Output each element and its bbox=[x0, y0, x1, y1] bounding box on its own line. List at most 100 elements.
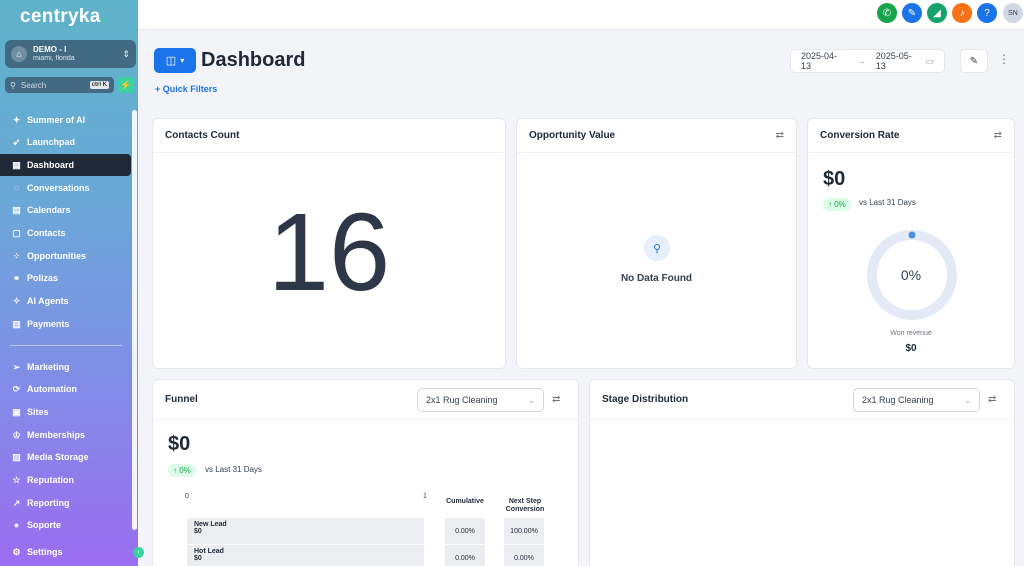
user-avatar[interactable]: SN bbox=[1003, 3, 1023, 23]
funnel-stage-value: $0 bbox=[194, 528, 202, 535]
sidebar-item-opportunities[interactable]: ⁘ Opportunities bbox=[0, 245, 131, 267]
collapse-sidebar-button[interactable]: ‹ bbox=[133, 547, 144, 558]
search-icon: ⚲ bbox=[644, 235, 670, 261]
opportunities-icon: ⁘ bbox=[12, 250, 21, 261]
card-title: Opportunity Value bbox=[529, 130, 616, 141]
sidebar-item-label: Polizas bbox=[27, 273, 59, 283]
sidebar-item-payments[interactable]: ▥ Payments bbox=[0, 313, 131, 335]
conversion-rate-card: Conversion Rate ⇄ $0 ↑ 0% vs Last 31 Day… bbox=[807, 118, 1015, 369]
funnel-stage-value: $0 bbox=[194, 555, 202, 562]
sidebar-item-reputation[interactable]: ☆ Reputation bbox=[0, 469, 131, 491]
sidebar-item-settings[interactable]: ⚙ Settings bbox=[0, 541, 131, 563]
funnel-stage-name: Hot Lead bbox=[194, 548, 224, 555]
bolt-icon: ⚡ bbox=[120, 79, 132, 90]
polizas-icon: ⚭ bbox=[12, 272, 21, 283]
sidebar-item-label: Payments bbox=[27, 319, 70, 329]
axis-max-label: 1 bbox=[423, 493, 427, 500]
calendar-icon: ▭ bbox=[925, 55, 934, 66]
sidebar-item-dashboard[interactable]: ▦ Dashboard bbox=[0, 154, 131, 176]
sidebar-item-conversations[interactable]: ◌ Conversations bbox=[0, 177, 131, 199]
funnel-amount: $0 bbox=[168, 433, 191, 455]
sidebar-item-label: Launchpad bbox=[27, 137, 76, 147]
ai-agents-icon: ✧ bbox=[12, 295, 21, 306]
sidebar-item-contacts[interactable]: ▢ Contacts bbox=[0, 222, 131, 244]
sidebar-item-launchpad[interactable]: ➹ Launchpad bbox=[0, 131, 131, 153]
date-range-picker[interactable]: 2025-04-13 → 2025-05-13 ▭ bbox=[790, 49, 945, 73]
more-options-icon[interactable]: ⋮ bbox=[998, 52, 1010, 66]
quick-filters-link[interactable]: + Quick Filters bbox=[155, 84, 217, 94]
contacts-count-card: Contacts Count 16 bbox=[152, 118, 506, 369]
sidebar-item-label: Conversations bbox=[27, 183, 90, 193]
contacts-count-value: 16 bbox=[267, 191, 391, 314]
account-switcher[interactable]: ⌂ DEMO - I miami, florida ⇕ bbox=[5, 40, 136, 68]
sidebar-item-label: Summer of AI bbox=[27, 115, 86, 125]
won-revenue-value: $0 bbox=[905, 343, 917, 354]
magic-icon[interactable]: ✎ bbox=[902, 3, 922, 23]
megaphone-icon[interactable]: ◢ bbox=[927, 3, 947, 23]
comparison-text: vs Last 31 Days bbox=[205, 465, 262, 474]
chevron-left-icon: ‹ bbox=[137, 549, 140, 556]
sidebar-item-summer-of-ai[interactable]: ✦ Summer of AI bbox=[0, 109, 131, 131]
account-location: miami, florida bbox=[33, 54, 75, 62]
edit-dashboard-button[interactable]: ✎ bbox=[960, 49, 988, 73]
grid-icon: ▦ bbox=[12, 159, 21, 170]
sidebar-item-polizas[interactable]: ⚭ Polizas bbox=[0, 267, 131, 289]
sidebar: centryka. ⌂ DEMO - I miami, florida ⇕ ⚲ … bbox=[0, 0, 138, 566]
filter-icon[interactable]: ⇄ bbox=[994, 130, 1002, 141]
sidebar-item-media-storage[interactable]: ▨ Media Storage bbox=[0, 446, 131, 468]
sidebar-item-label: Automation bbox=[27, 384, 77, 394]
card-title: Contacts Count bbox=[165, 130, 240, 141]
next-step-cell: 0.00% bbox=[504, 545, 544, 566]
sidebar-item-memberships[interactable]: ♔ Memberships bbox=[0, 424, 131, 446]
sidebar-item-calendars[interactable]: ▤ Calendars bbox=[0, 199, 131, 221]
payments-icon: ▥ bbox=[12, 318, 21, 329]
sidebar-item-label: Marketing bbox=[27, 362, 70, 372]
sidebar-item-sites[interactable]: ▣ Sites bbox=[0, 401, 131, 423]
pipeline-select-value: 2x1 Rug Cleaning bbox=[862, 395, 934, 405]
search-shortcut: ctrl K bbox=[89, 81, 109, 89]
sidebar-item-label: Sites bbox=[27, 407, 49, 417]
sidebar-item-reporting[interactable]: ↗ Reporting bbox=[0, 492, 131, 514]
axis-min-label: 0 bbox=[185, 493, 189, 500]
chevron-updown-icon: ⇕ bbox=[122, 48, 130, 59]
sparkle-icon: ✦ bbox=[12, 114, 21, 125]
sidebar-item-automation[interactable]: ⟳ Automation bbox=[0, 378, 131, 400]
dashboard-switcher-button[interactable]: ◫ ▾ bbox=[154, 48, 196, 73]
phone-icon[interactable]: ✆ bbox=[877, 3, 897, 23]
pipeline-select[interactable]: 2x1 Rug Cleaning ⌄ bbox=[417, 388, 544, 412]
filter-icon[interactable]: ⇄ bbox=[776, 130, 784, 141]
help-icon[interactable]: ? bbox=[977, 3, 997, 23]
brand-logo[interactable]: centryka. bbox=[20, 6, 106, 28]
pipeline-select-value: 2x1 Rug Cleaning bbox=[426, 395, 498, 405]
pipeline-select[interactable]: 2x1 Rug Cleaning ⌄ bbox=[853, 388, 980, 412]
sidebar-scrollbar[interactable] bbox=[132, 110, 137, 530]
topbar: ✆ ✎ ◢ ♪? SN bbox=[138, 0, 1024, 30]
sidebar-item-soporte[interactable]: ● Soporte bbox=[0, 514, 131, 536]
filter-icon[interactable]: ⇄ bbox=[988, 394, 996, 405]
quick-action-button[interactable]: ⚡ bbox=[118, 77, 134, 93]
change-badge: ↑ 0% bbox=[823, 198, 851, 211]
media-icon: ▨ bbox=[12, 451, 21, 462]
nav-divider bbox=[10, 345, 122, 346]
date-to: 2025-05-13 bbox=[875, 51, 912, 71]
chevron-down-icon: ⌄ bbox=[964, 395, 971, 405]
gear-icon: ⚙ bbox=[12, 546, 21, 557]
cumulative-cell: 0.00% bbox=[445, 518, 485, 544]
arrow-right-icon: → bbox=[856, 56, 866, 66]
reporting-icon: ↗ bbox=[12, 497, 21, 508]
sidebar-item-ai-agents[interactable]: ✧ AI Agents bbox=[0, 290, 131, 312]
sidebar-item-label: Reputation bbox=[27, 475, 74, 485]
funnel-stage-bar: New Lead $0 bbox=[187, 518, 424, 544]
search-input[interactable]: ⚲ Search ctrl K bbox=[5, 77, 114, 93]
chevron-down-icon: ⌄ bbox=[528, 395, 535, 405]
rocket-icon: ➹ bbox=[12, 136, 21, 147]
funnel-stage-name: New Lead bbox=[194, 521, 227, 528]
chevron-down-icon: ▾ bbox=[180, 56, 185, 65]
filter-icon[interactable]: ⇄ bbox=[552, 394, 560, 405]
location-icon: ⌂ bbox=[11, 46, 27, 62]
cumulative-cell: 0.00% bbox=[445, 545, 485, 566]
empty-state-text: No Data Found bbox=[620, 273, 693, 284]
sidebar-item-marketing[interactable]: ➢ Marketing bbox=[0, 356, 131, 378]
bell-icon[interactable]: ♪ bbox=[952, 3, 972, 23]
support-icon: ● bbox=[13, 520, 20, 530]
